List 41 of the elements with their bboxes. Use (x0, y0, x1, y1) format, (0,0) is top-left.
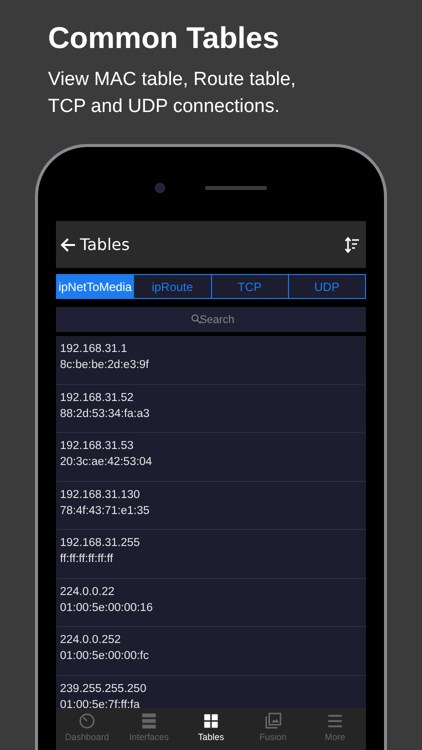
table-row[interactable]: 192.168.31.255 ff:ff:ff:ff:ff:ff (56, 530, 366, 578)
mac-address: 78:4f:43:71:e1:35 (60, 504, 151, 516)
back-arrow-icon[interactable] (60, 236, 76, 252)
ip-address: 192.168.31.52 (60, 392, 135, 404)
table-row[interactable]: 192.168.31.1 8c:be:be:2d:e3:9f (56, 336, 366, 384)
mac-address: 20:3c:ae:42:53:04 (60, 456, 154, 468)
mac-address: 01:00:5e:7f:ff:fa (60, 698, 141, 708)
table-row[interactable]: 192.168.31.130 78:4f:43:71:e1:35 (56, 482, 366, 530)
ip-address: 192.168.31.1 (60, 343, 128, 355)
mac-address: 01:00:5e:00:00:16 (60, 602, 154, 614)
gauge-icon (78, 712, 96, 730)
camera-lens (155, 183, 165, 193)
table-row[interactable]: 192.168.31.53 20:3c:ae:42:53:04 (56, 433, 366, 482)
table-row[interactable]: 192.168.31.52 88:2d:53:34:fa:a3 (56, 384, 366, 433)
sort-icon[interactable] (344, 236, 360, 252)
subtitle: View MAC table, Route table, TCP and UDP connections. (48, 68, 297, 119)
mac-address: 8c:be:be:2d:e3:9f (60, 359, 150, 371)
ip-address: 224.0.0.252 (60, 634, 122, 646)
table-row[interactable]: 224.0.0.252 01:00:5e:00:00:fc (56, 627, 366, 676)
mac-address: ff:ff:ff:ff:ff:ff (60, 553, 114, 565)
ip-address: 192.168.31.53 (60, 440, 135, 452)
segment-tab[interactable]: UDP (288, 275, 365, 298)
ip-address: 192.168.31.255 (60, 537, 141, 549)
ip-address: 224.0.0.22 (60, 586, 116, 598)
server-icon (140, 712, 158, 730)
screen-title: Tables (80, 235, 131, 254)
menu-icon (326, 712, 344, 730)
segment-tab[interactable]: TCP (210, 275, 288, 298)
ip-address: 239.255.255.250 (60, 682, 148, 694)
mac-address: 01:00:5e:00:00:fc (60, 650, 150, 662)
segment-tab[interactable]: ipRoute (133, 275, 210, 298)
tab-bar-item[interactable]: Tables (180, 708, 242, 750)
search-field[interactable]: Search (56, 307, 366, 332)
headline: Common Tables (48, 22, 280, 56)
mac-address: 88:2d:53:34:fa:a3 (60, 408, 151, 420)
segment-tab[interactable]: ipNetToMedia (57, 275, 134, 298)
table-row[interactable]: 224.0.0.22 01:00:5e:00:00:16 (56, 578, 366, 627)
images-icon (264, 712, 282, 730)
grid-icon (202, 712, 220, 730)
speaker-grille (205, 186, 267, 190)
ip-address: 192.168.31.130 (60, 488, 141, 500)
